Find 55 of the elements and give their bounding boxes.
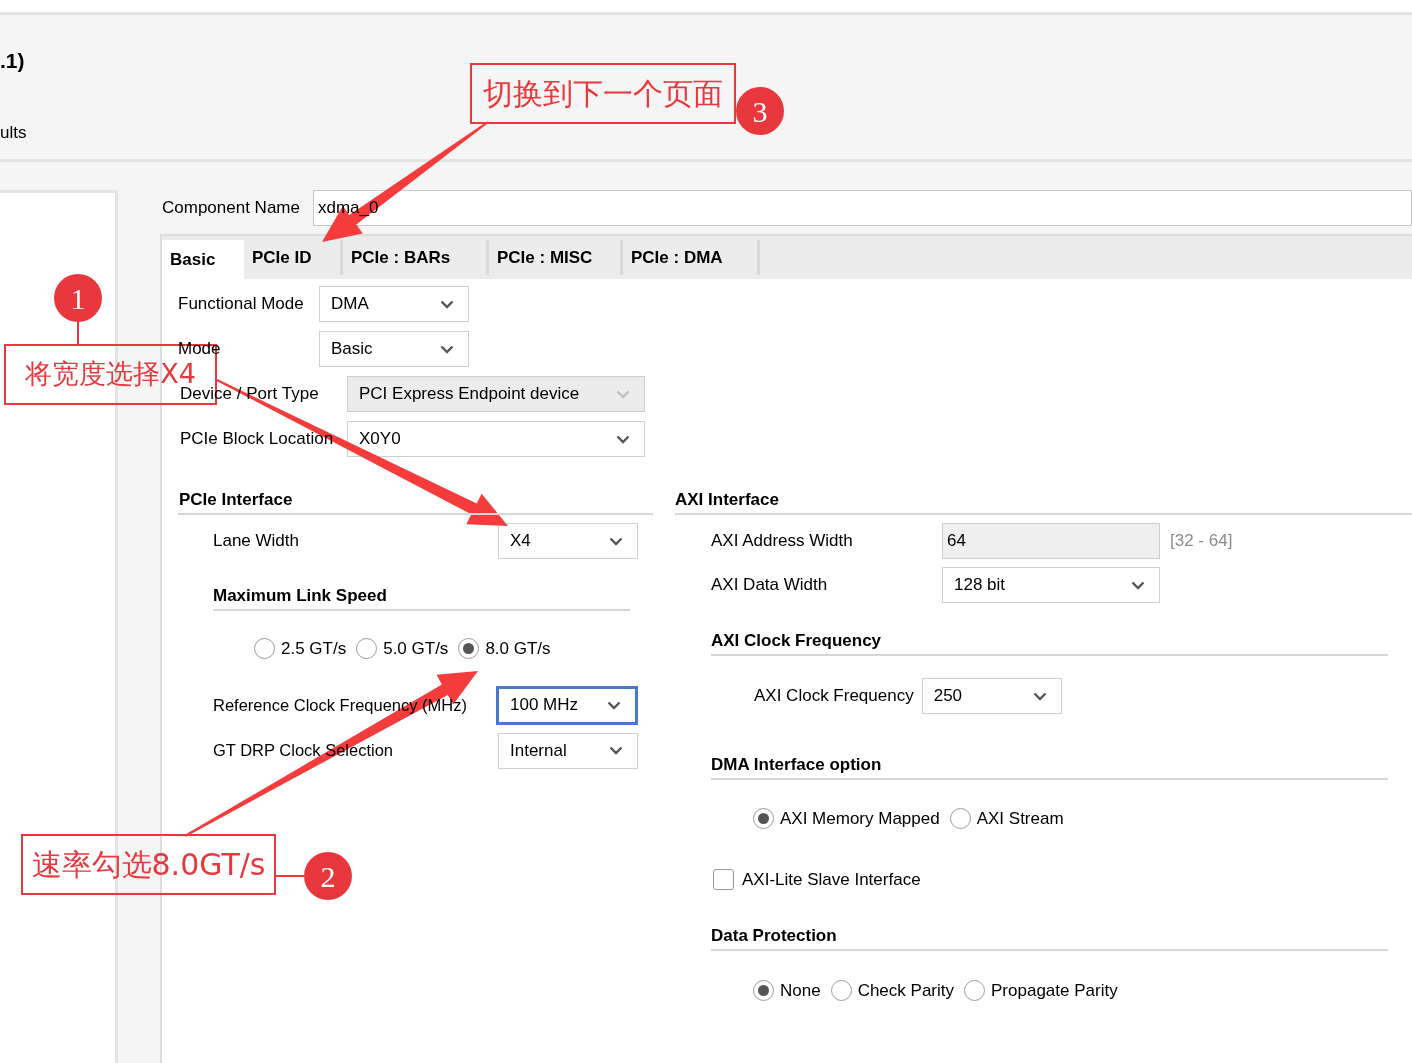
radio-button[interactable]: [458, 638, 480, 660]
radio-label: None: [780, 980, 821, 1002]
chevron-down-icon: [440, 299, 454, 309]
radio-label: AXI Memory Mapped: [780, 808, 940, 830]
tab[interactable]: Basic: [162, 240, 244, 279]
dropdown[interactable]: Internal: [498, 732, 638, 769]
field-label: AXI Address Width: [711, 530, 854, 553]
field-label: Component Name: [162, 197, 301, 220]
radio-label: 8.0 GT/s: [485, 638, 551, 660]
chevron-down-icon: [609, 746, 623, 755]
section-heading: AXI Clock Frequency: [711, 630, 1388, 656]
dropdown[interactable]: DMA: [319, 286, 469, 322]
subtitle-text: ults: [0, 123, 27, 143]
radio-label: Propagate Parity: [991, 980, 1118, 1002]
dropdown[interactable]: 100 MHz: [496, 685, 638, 725]
field-label: Lane Width: [213, 530, 299, 553]
field-label: AXI Data Width: [711, 574, 829, 597]
field-label: Functional Mode: [178, 293, 304, 316]
callout-text: 速率勾选8.0GT/s: [21, 834, 276, 895]
chevron-down-icon: [1032, 691, 1047, 701]
chevron-down-icon: [609, 536, 623, 546]
dropdown[interactable]: X0Y0: [347, 421, 645, 457]
section-heading: AXI Interface: [675, 489, 1412, 515]
chevron-down-icon: [440, 344, 454, 354]
dropdown[interactable]: Basic: [319, 331, 469, 367]
radio-button[interactable]: [254, 638, 275, 660]
section-heading: Maximum Link Speed: [213, 585, 630, 611]
dropdown[interactable]: X4: [498, 523, 638, 559]
radio-button[interactable]: [964, 980, 985, 1002]
field-label: PCIe Block Location: [180, 428, 334, 451]
radio-button[interactable]: [753, 980, 774, 1002]
chevron-down-icon: [607, 700, 621, 710]
radio-label: 5.0 GT/s: [383, 638, 449, 660]
chevron-down-icon: [1131, 580, 1145, 590]
chevron-down-icon: [616, 389, 630, 399]
callout-text: 切换到下一个页面: [470, 63, 736, 124]
dropdown[interactable]: 250: [921, 678, 1062, 714]
section-heading: DMA Interface option: [711, 754, 1388, 780]
chevron-down-icon: [616, 434, 630, 444]
radio-button[interactable]: [753, 808, 774, 830]
checkbox-label: AXI-Lite Slave Interface: [742, 868, 921, 891]
dropdown[interactable]: 128 bit: [942, 567, 1160, 603]
radio-label: AXI Stream: [976, 808, 1064, 830]
radio-button[interactable]: [949, 808, 971, 830]
radio-label: Check Parity: [857, 980, 954, 1002]
range-hint: [32 - 64]: [1170, 530, 1233, 553]
window-title: .1): [0, 48, 25, 74]
radio-button[interactable]: [830, 980, 852, 1002]
leader-line: [275, 875, 305, 877]
section-heading: Data Protection: [711, 925, 1388, 951]
field-label: AXI Clock Frequency: [754, 685, 914, 708]
checkbox[interactable]: [713, 868, 734, 890]
radio-button[interactable]: [356, 638, 378, 660]
radio-label: 2.5 GT/s: [281, 638, 347, 660]
address-width-field[interactable]: 64: [942, 523, 1160, 559]
